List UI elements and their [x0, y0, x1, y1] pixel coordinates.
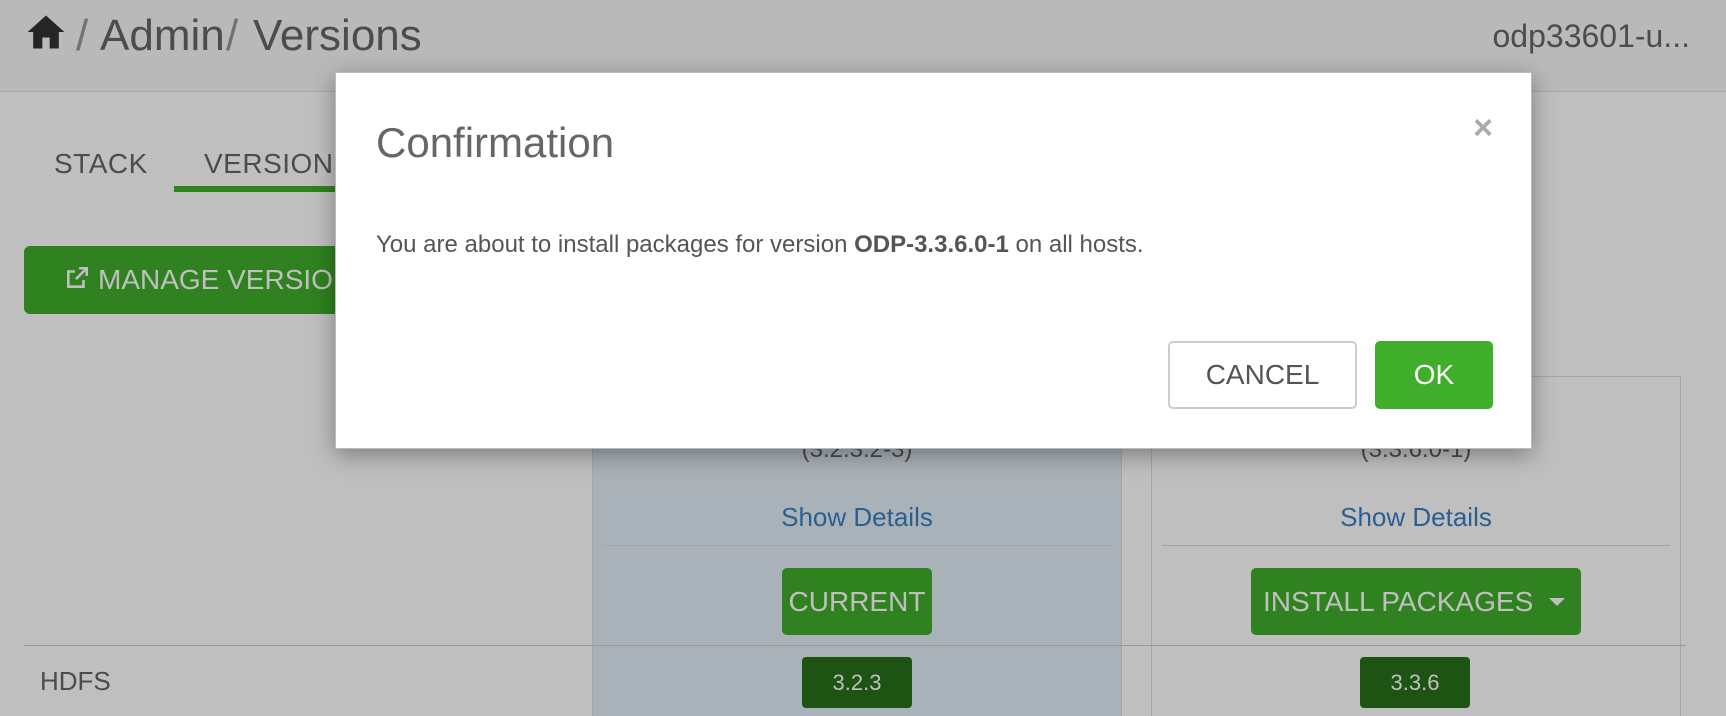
message-version: ODP-3.3.6.0-1	[854, 231, 1009, 258]
ok-button[interactable]: OK	[1375, 341, 1493, 409]
message-suffix: on all hosts.	[1008, 231, 1144, 258]
close-icon[interactable]: ×	[1473, 111, 1493, 145]
confirmation-modal: Confirmation × You are about to install …	[335, 72, 1532, 449]
modal-title: Confirmation	[376, 119, 615, 166]
message-prefix: You are about to install packages for ve…	[376, 231, 855, 258]
cancel-button[interactable]: CANCEL	[1168, 341, 1357, 409]
modal-message: You are about to install packages for ve…	[376, 229, 1144, 261]
